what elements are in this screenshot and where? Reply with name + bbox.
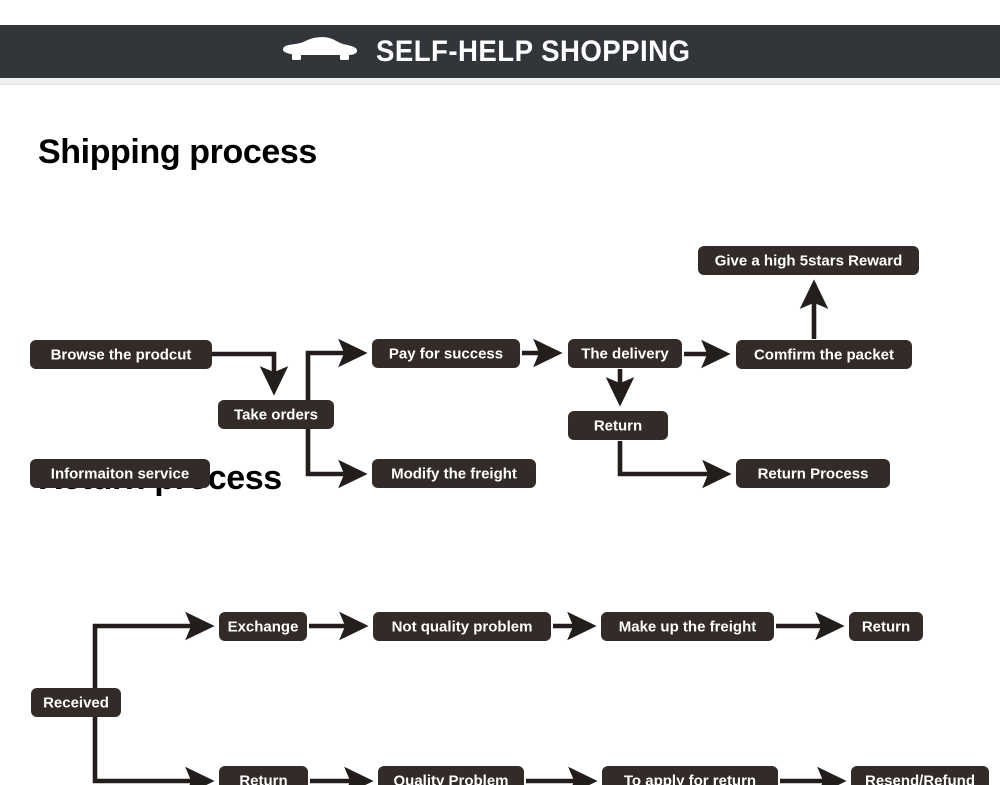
- node-take-orders[interactable]: Take orders: [218, 400, 334, 429]
- node-modify-the-freight[interactable]: Modify the freight: [372, 459, 536, 488]
- node-return-process[interactable]: Return Process: [736, 459, 890, 488]
- node-give-a-high-5stars-reward[interactable]: Give a high 5stars Reward: [698, 246, 919, 275]
- node-resend-refund[interactable]: Resend/Refund: [851, 766, 989, 785]
- node-received[interactable]: Received: [31, 688, 121, 717]
- node-the-delivery[interactable]: The delivery: [568, 339, 682, 368]
- page-content: Shipping process Return process: [0, 85, 1000, 785]
- header-underline: [0, 78, 1000, 85]
- node-pay-for-success[interactable]: Pay for success: [372, 339, 520, 368]
- node-return-shipping[interactable]: Return: [568, 411, 668, 440]
- node-make-up-the-freight[interactable]: Make up the freight: [601, 612, 774, 641]
- top-white-strip: [0, 0, 1000, 25]
- car-icon: [283, 36, 358, 60]
- node-return-bottom[interactable]: Return: [219, 766, 308, 785]
- page-header-banner: SELF-HELP SHOPPING: [0, 25, 1000, 78]
- node-browse-the-product[interactable]: Browse the prodcut: [30, 340, 212, 369]
- node-to-apply-for-return[interactable]: To apply for return: [602, 766, 778, 785]
- node-return-top[interactable]: Return: [849, 612, 923, 641]
- edge-browse-to-take-orders: [212, 351, 289, 396]
- edge-return-to-return-process: [617, 441, 732, 489]
- flowchart-canvas: Browse the prodcut Informaiton service T…: [30, 246, 989, 785]
- node-exchange[interactable]: Exchange: [219, 612, 307, 641]
- node-information-service[interactable]: Informaiton service: [30, 459, 210, 488]
- node-quality-problem[interactable]: Quality Problem: [378, 766, 524, 785]
- banner-title: SELF-HELP SHOPPING: [376, 34, 691, 68]
- node-confirm-the-packet[interactable]: Comfirm the packet: [736, 340, 912, 369]
- node-not-quality-problem[interactable]: Not quality problem: [373, 612, 551, 641]
